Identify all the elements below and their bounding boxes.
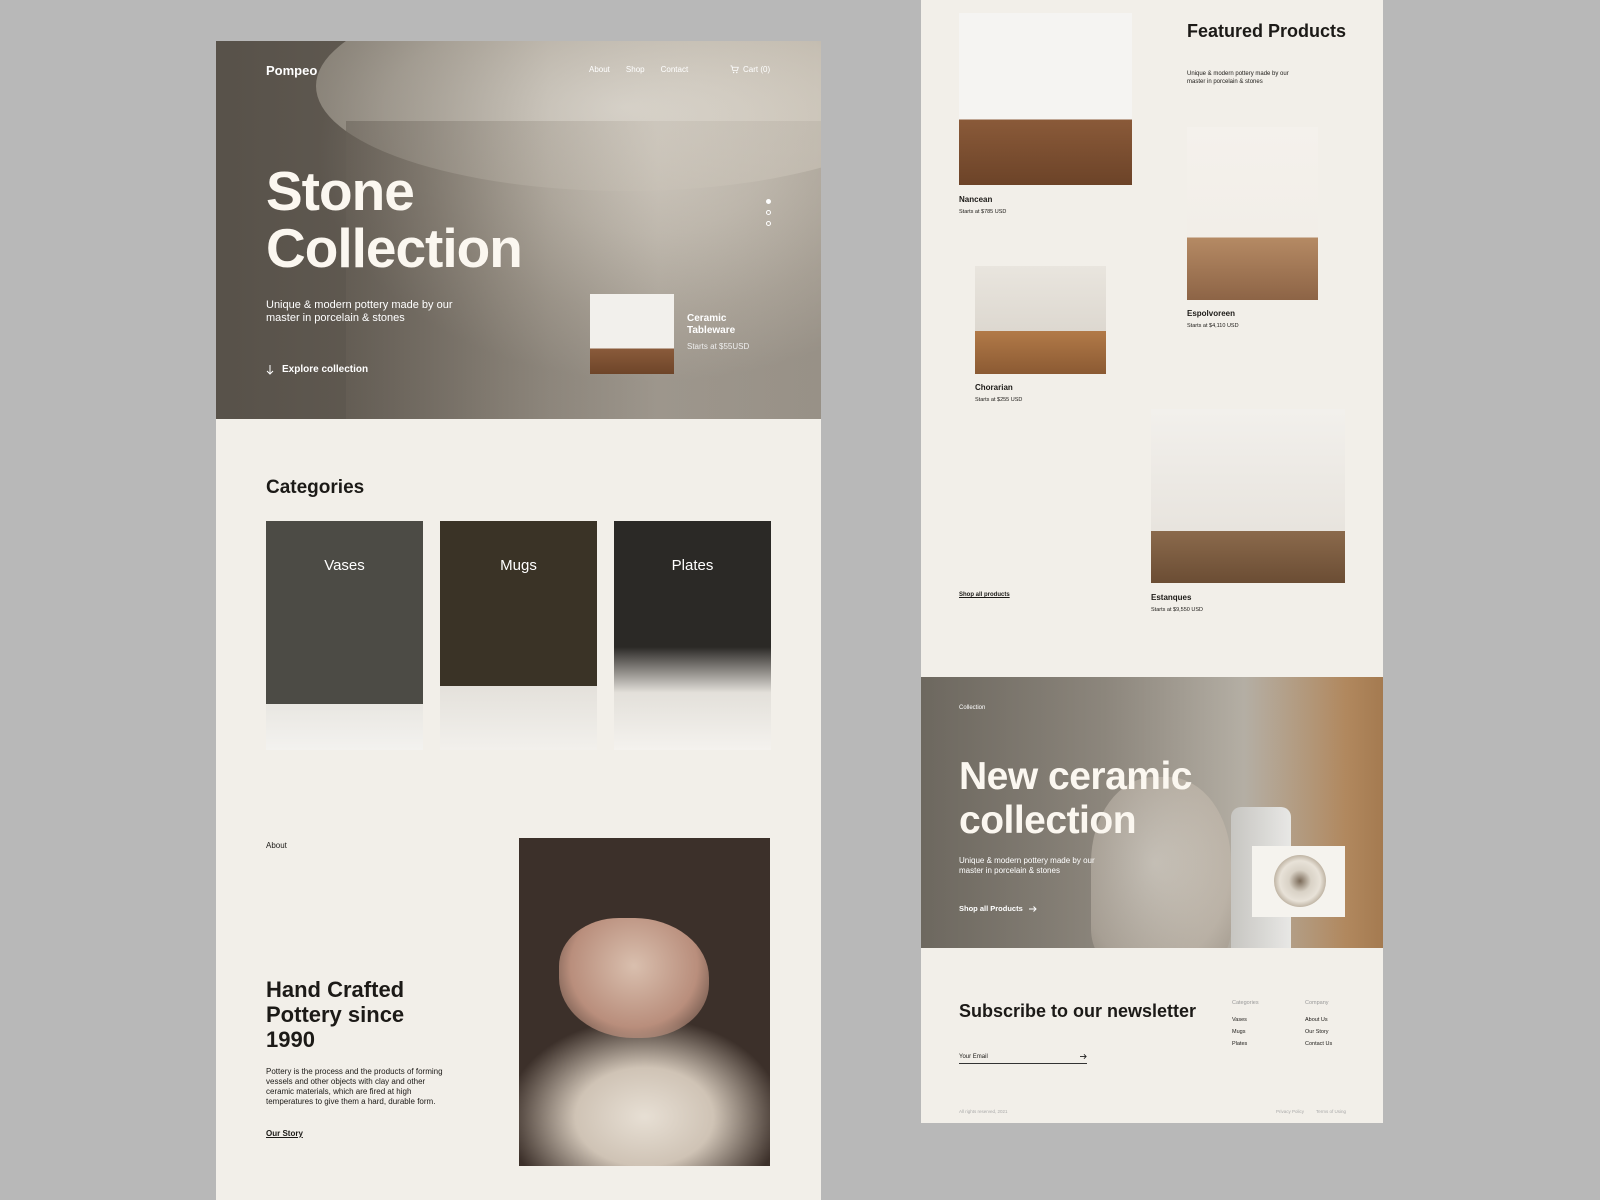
footer-link-vases[interactable]: Vases: [1232, 1017, 1259, 1023]
footer-categories: Categories Vases Mugs Plates: [1232, 1000, 1259, 1047]
legal-links: Privacy Policy Terms of Using: [1276, 1109, 1346, 1114]
featured-product-thumbnail[interactable]: [590, 294, 674, 374]
product-price: Starts at $9,550 USD: [1151, 607, 1203, 613]
product-image-estanques[interactable]: [1151, 409, 1345, 583]
category-label: Vases: [324, 557, 365, 574]
category-card-plates[interactable]: Plates: [614, 521, 771, 750]
arrow-down-icon: [266, 364, 274, 375]
featured-products-title: Featured Products: [1187, 21, 1347, 41]
product-image-nancean[interactable]: [959, 13, 1132, 185]
product-image-chorarian[interactable]: [975, 266, 1106, 374]
product-name[interactable]: Espolvoreen: [1187, 309, 1235, 318]
arrow-right-icon: [1028, 905, 1037, 912]
explore-collection-button[interactable]: Explore collection: [266, 364, 368, 375]
main-nav: About Shop Contact: [589, 65, 688, 74]
hero-section: Pompeo About Shop Contact Cart (0) Stone…: [216, 41, 821, 419]
arrow-right-icon[interactable]: [1080, 1053, 1087, 1060]
footer-link-contact-us[interactable]: Contact Us: [1305, 1041, 1332, 1047]
landing-page-left: Pompeo About Shop Contact Cart (0) Stone…: [216, 41, 821, 1200]
pottery-wheel-photo: [519, 838, 770, 1166]
slide-dot-2[interactable]: [766, 210, 771, 215]
terms-link[interactable]: Terms of Using: [1316, 1109, 1346, 1114]
category-card-mugs[interactable]: Mugs: [440, 521, 597, 750]
about-title: Hand Crafted Pottery since 1990: [266, 977, 405, 1052]
privacy-policy-link[interactable]: Privacy Policy: [1276, 1109, 1304, 1114]
hero-subtitle: Unique & modern pottery made by our mast…: [266, 299, 453, 324]
banner-product-thumbnail[interactable]: [1252, 846, 1345, 917]
our-story-link[interactable]: Our Story: [266, 1129, 303, 1138]
featured-product-name[interactable]: Ceramic Tableware: [687, 313, 767, 337]
product-price: Starts at $4,110 USD: [1187, 323, 1239, 329]
shop-all-products-button[interactable]: Shop all Products: [959, 904, 1037, 913]
collection-banner: Collection New ceramic collection Unique…: [921, 677, 1383, 948]
featured-products-subtitle: Unique & modern pottery made by our mast…: [1187, 71, 1289, 85]
slider-dots: [766, 199, 771, 226]
footer-link-about-us[interactable]: About Us: [1305, 1017, 1332, 1023]
banner-title: New ceramic collection: [959, 755, 1192, 842]
footer-company: Company About Us Our Story Contact Us: [1305, 1000, 1333, 1047]
footer-link-mugs[interactable]: Mugs: [1232, 1029, 1259, 1035]
product-name[interactable]: Chorarian: [975, 383, 1013, 392]
nav-contact[interactable]: Contact: [661, 65, 689, 74]
product-image-espolvoreen[interactable]: [1187, 127, 1318, 300]
about-text: Pottery is the process and the products …: [266, 1067, 443, 1106]
footer-link-plates[interactable]: Plates: [1232, 1041, 1259, 1047]
product-price: Starts at $785 USD: [959, 209, 1007, 215]
banner-subtitle: Unique & modern pottery made by our mast…: [959, 856, 1095, 875]
categories-title: Categories: [266, 477, 365, 498]
copyright-text: All rights reserved, 2021: [959, 1109, 1008, 1114]
cart-link[interactable]: Cart (0): [730, 65, 770, 74]
newsletter-title: Subscribe to our newsletter: [959, 1001, 1197, 1021]
nav-shop[interactable]: Shop: [626, 65, 645, 74]
category-label: Plates: [671, 557, 714, 574]
product-name[interactable]: Nancean: [959, 195, 992, 204]
category-label: Mugs: [500, 557, 537, 574]
banner-tag: Collection: [959, 705, 986, 711]
cart-icon: [730, 65, 739, 74]
landing-page-right: Featured Products Unique & modern potter…: [921, 0, 1383, 1123]
footer-link-our-story[interactable]: Our Story: [1305, 1029, 1332, 1035]
cart-label: Cart (0): [743, 65, 771, 74]
product-name[interactable]: Estanques: [1151, 593, 1191, 602]
brand-logo[interactable]: Pompeo: [266, 63, 317, 78]
category-card-vases[interactable]: Vases: [266, 521, 423, 750]
about-tag: About: [266, 841, 287, 850]
hero-title: Stone Collection: [266, 160, 523, 279]
shop-all-products-link[interactable]: Shop all products: [959, 592, 1010, 598]
slide-dot-1[interactable]: [766, 199, 771, 204]
featured-product-price: Starts at $55USD: [687, 342, 750, 351]
nav-about[interactable]: About: [589, 65, 610, 74]
product-price: Starts at $255 USD: [975, 397, 1023, 403]
email-field[interactable]: Your Email: [959, 1053, 1087, 1064]
slide-dot-3[interactable]: [766, 221, 771, 226]
